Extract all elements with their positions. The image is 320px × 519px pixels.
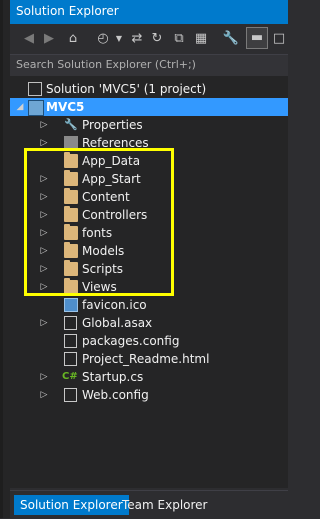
tree-row-startup-cs[interactable]: ▷ C# Startup.cs [10, 368, 288, 386]
tab-team-explorer[interactable]: Team Explorer [116, 495, 214, 515]
home-icon[interactable]: ⌂ [64, 29, 82, 49]
tree-label-favicon: favicon.ico [82, 298, 147, 312]
tree-row-favicon[interactable]: favicon.ico [10, 296, 288, 314]
preview-icon[interactable]: ▬ [246, 27, 268, 49]
image-file-icon [64, 298, 78, 312]
sync-icon[interactable]: ⇄ [128, 29, 146, 49]
left-edge-strip [0, 0, 10, 518]
toolbar: ◀ ▶ ⌂ ◴ ▼ ⇄ ↻ ⧉ ▦ 🔧 ▬ □ [10, 24, 288, 54]
config-file-icon [64, 334, 77, 348]
config-file-icon [64, 388, 77, 402]
tree-label-global-asax: Global.asax [82, 316, 153, 330]
tree-row-web-config[interactable]: ▷ Web.config [10, 386, 288, 404]
global-file-icon [64, 316, 77, 330]
chevron-down-icon[interactable]: ▼ [110, 29, 128, 49]
tree-label-properties: Properties [82, 118, 143, 132]
tab-solution-explorer[interactable]: Solution Explorer [14, 495, 129, 515]
solution-explorer-titlebar: Solution Explorer [10, 0, 288, 24]
tree-row-project[interactable]: ◢ MVC5 [10, 98, 288, 116]
tree-label-web-config: Web.config [82, 388, 149, 402]
project-label: MVC5 [46, 100, 85, 114]
tree-row-properties[interactable]: ▷ 🔧 Properties [10, 116, 288, 134]
properties-icon[interactable]: 🔧 [222, 29, 240, 49]
search-box[interactable]: Search Solution Explorer (Ctrl+;) [10, 54, 288, 77]
tree-label-startup-cs: Startup.cs [82, 370, 144, 384]
tree-label-packages-config: packages.config [82, 334, 180, 348]
window-title: Solution Explorer [16, 4, 119, 18]
solution-icon [28, 82, 42, 96]
wrench-icon: 🔧 [64, 118, 78, 131]
collapsed-arrow-icon[interactable]: ▷ [40, 388, 48, 402]
pin-icon[interactable]: □ [270, 29, 288, 49]
solution-label: Solution 'MVC5' (1 project) [46, 82, 207, 96]
tree-row-global-asax[interactable]: ▷ Global.asax [10, 314, 288, 332]
csharp-file-icon: C# [62, 371, 78, 382]
expanded-arrow-icon[interactable]: ◢ [16, 100, 24, 114]
collapsed-arrow-icon[interactable]: ▷ [40, 370, 48, 384]
search-input[interactable]: Search Solution Explorer (Ctrl+;) [16, 58, 196, 71]
tree-label-project-readme: Project_Readme.html [82, 352, 210, 366]
bottom-tab-bar: Solution Explorer Team Explorer [10, 490, 288, 519]
collapse-all-icon[interactable]: ⧉ [170, 29, 188, 49]
show-all-files-icon[interactable]: ▦ [192, 29, 210, 49]
tree-row-packages-config[interactable]: packages.config [10, 332, 288, 350]
collapsed-arrow-icon[interactable]: ▷ [40, 316, 48, 330]
refresh-icon[interactable]: ↻ [148, 29, 166, 49]
forward-icon[interactable]: ▶ [40, 29, 58, 49]
tree-row-project-readme[interactable]: Project_Readme.html [10, 350, 288, 368]
web-project-icon [28, 100, 44, 116]
highlight-annotation-box [24, 148, 174, 296]
back-icon[interactable]: ◀ [20, 29, 38, 49]
html-file-icon [64, 352, 77, 366]
tree-row-solution[interactable]: Solution 'MVC5' (1 project) [10, 80, 288, 98]
collapsed-arrow-icon[interactable]: ▷ [40, 118, 48, 132]
